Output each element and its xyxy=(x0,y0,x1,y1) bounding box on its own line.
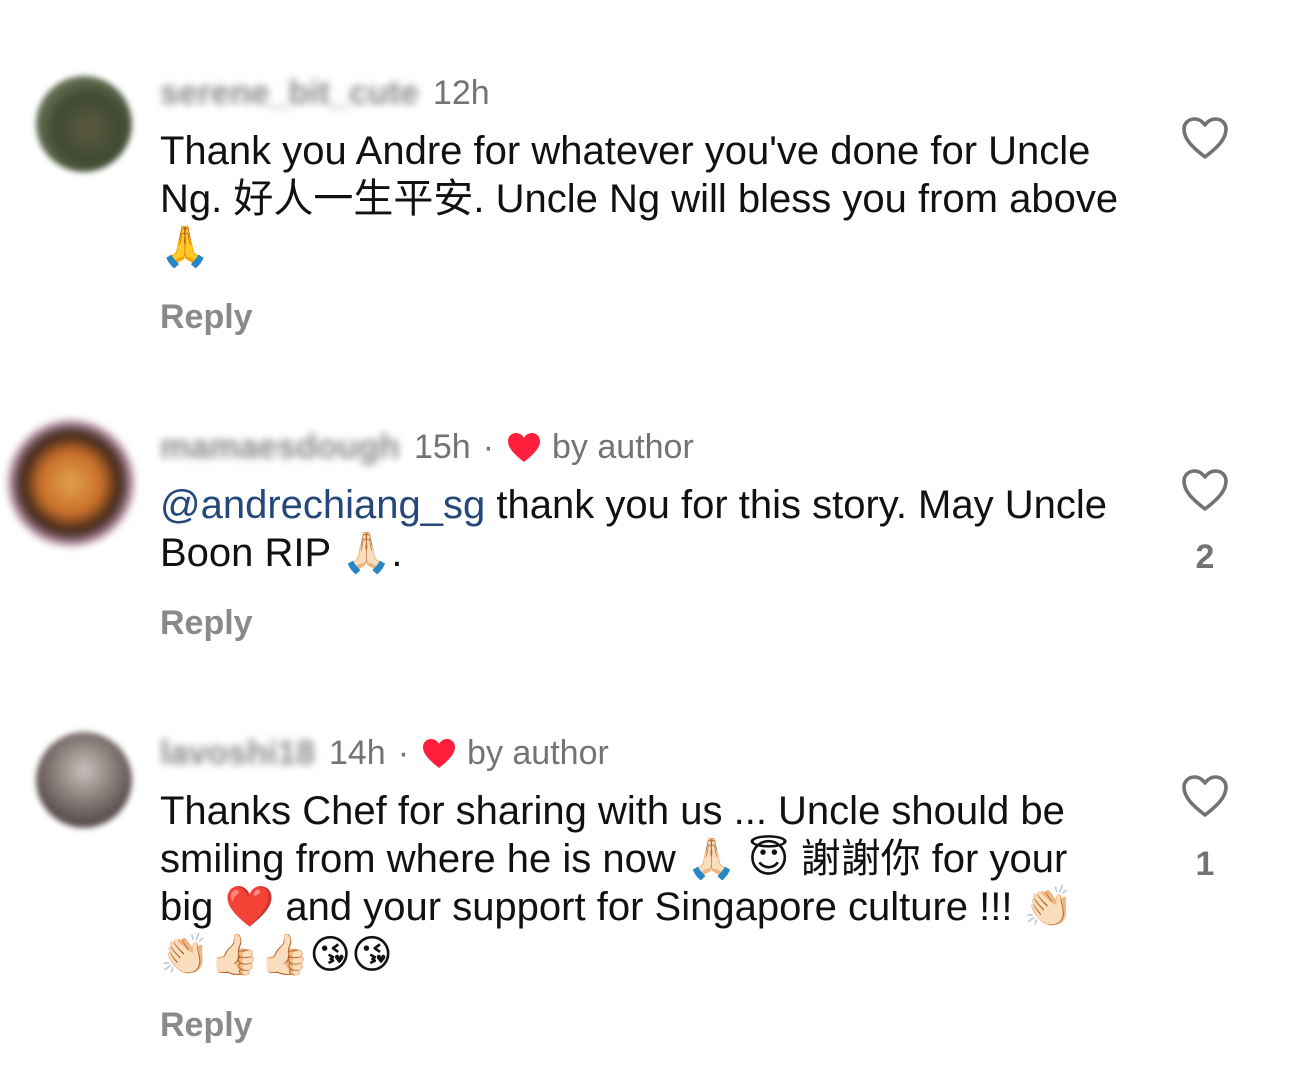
avatar[interactable] xyxy=(36,732,132,828)
author-like-label: by author xyxy=(552,428,694,466)
username[interactable]: serene_bit_cute xyxy=(160,74,419,113)
avatar[interactable] xyxy=(36,76,132,172)
separator-dot: · xyxy=(482,428,495,466)
comment-text-part: Thanks Chef for sharing with us ... Uncl… xyxy=(160,789,1074,977)
timestamp: 14h xyxy=(328,734,386,772)
comment-text: Thanks Chef for sharing with us ... Uncl… xyxy=(160,787,1120,979)
heart-outline-icon[interactable] xyxy=(1180,115,1230,161)
reply-button[interactable]: Reply xyxy=(160,604,253,643)
comment-text: @andrechiang_sg thank you for this story… xyxy=(160,481,1120,577)
like-count[interactable]: 2 xyxy=(1180,538,1230,577)
comment-text-part: Thank you Andre for whatever you've done… xyxy=(160,129,1119,269)
heart-outline-icon[interactable] xyxy=(1180,773,1230,819)
like-count[interactable]: 1 xyxy=(1180,845,1230,884)
comment-meta: serene_bit_cute 12h xyxy=(160,74,490,113)
reply-button[interactable]: Reply xyxy=(160,298,253,337)
reply-button[interactable]: Reply xyxy=(160,1006,253,1045)
heart-filled-icon xyxy=(508,432,541,462)
separator-dot: · xyxy=(397,734,410,772)
timestamp: 15h xyxy=(413,428,471,466)
timestamp: 12h xyxy=(432,74,490,112)
comment-text: Thank you Andre for whatever you've done… xyxy=(160,127,1120,271)
mention-link[interactable]: @andrechiang_sg xyxy=(160,483,485,527)
username[interactable]: lavoshi18 xyxy=(160,734,315,773)
heart-outline-icon[interactable] xyxy=(1180,467,1230,513)
avatar[interactable] xyxy=(8,420,134,546)
comment-meta: mamaesdough 15h · by author xyxy=(160,428,694,467)
username[interactable]: mamaesdough xyxy=(160,428,400,467)
author-like-label: by author xyxy=(467,734,609,772)
heart-filled-icon xyxy=(423,738,456,768)
comment-meta: lavoshi18 14h · by author xyxy=(160,734,609,773)
